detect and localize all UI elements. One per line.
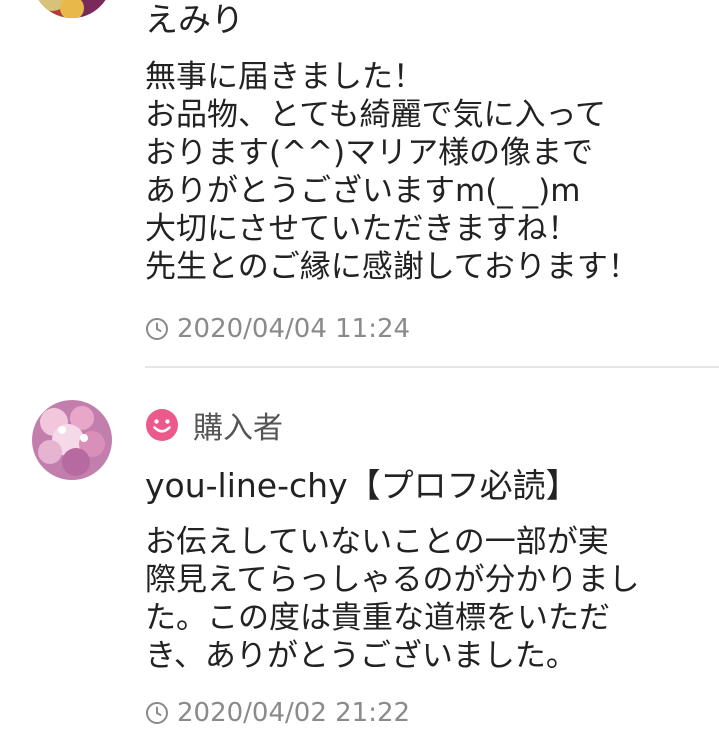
buyer-label: 購入者 [193, 411, 283, 446]
avatar[interactable] [32, 0, 112, 18]
review-message: お伝えしていないことの一部が実 際見えてらっしゃるのが分かりまし た。この度は貴… [145, 524, 640, 674]
clock-icon [146, 702, 168, 724]
review-message: 無事に届きました！ お品物、とても綺麗で気に入って おります(^^)マリア様の像… [145, 59, 639, 285]
smile-icon [146, 409, 178, 441]
timestamp-text: 2020/04/02 21:22 [177, 698, 411, 728]
avatar-image [32, 400, 112, 480]
avatar-image [32, 0, 112, 18]
reviewer-name[interactable]: you-line-chy【プロフ必読】 [145, 466, 579, 506]
reviewer-name[interactable]: えみり [145, 0, 244, 40]
timestamp-text: 2020/04/04 11:24 [177, 314, 411, 344]
review-timestamp: 2020/04/04 11:24 [145, 314, 410, 344]
review-list: えみり 無事に届きました！ お品物、とても綺麗で気に入って おります(^^)マリ… [0, 0, 719, 747]
buyer-badge: 購入者 [145, 406, 283, 446]
clock-icon [146, 318, 168, 340]
review-timestamp: 2020/04/02 21:22 [145, 698, 410, 728]
divider [145, 366, 719, 368]
avatar[interactable] [32, 400, 112, 480]
